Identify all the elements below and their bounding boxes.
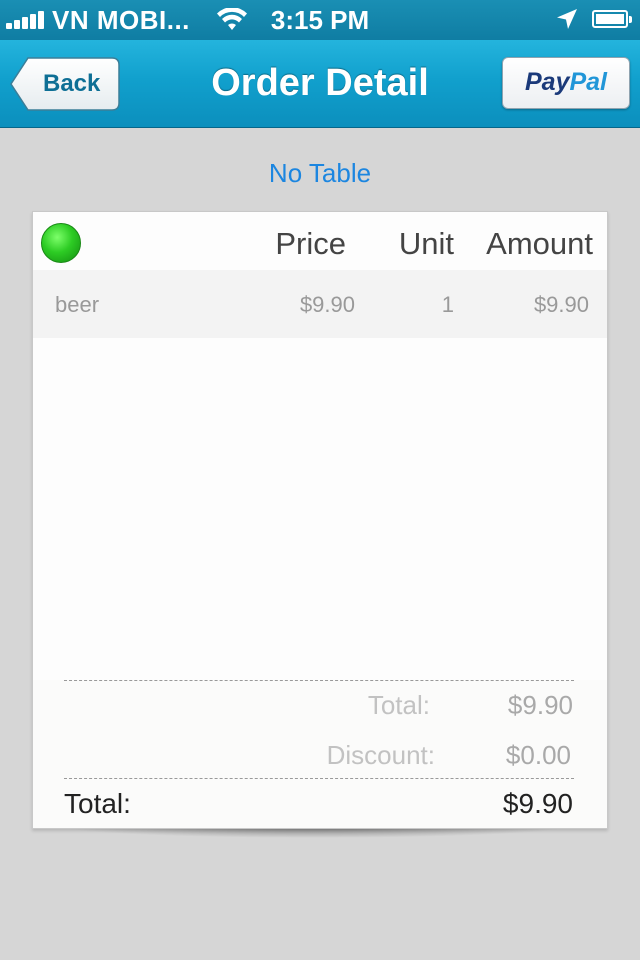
order-receipt: Price Unit Amount beer $9.90 1 $9.90 Tot… (32, 211, 608, 829)
column-header-unit: Unit (398, 226, 454, 261)
paypal-logo-pal: Pal (569, 68, 607, 96)
subtotal-label: Total: (367, 690, 430, 720)
status-bar: VN MOBI... 3:15 PM (0, 0, 640, 40)
grand-total-label: Total: (64, 788, 131, 819)
paypal-logo-pay: Pay (524, 68, 570, 96)
status-time: 3:15 PM (270, 5, 370, 35)
discount-label: Discount: (326, 740, 435, 770)
subtotal-value: $9.90 (507, 690, 573, 720)
table-label-link[interactable]: No Table (0, 158, 640, 189)
divider (64, 680, 574, 681)
order-item-row[interactable]: beer $9.90 1 $9.90 (33, 270, 607, 338)
discount-value: $0.00 (505, 740, 571, 770)
navigation-bar: Back Order Detail PayPal (0, 40, 640, 128)
item-name: beer (55, 292, 100, 317)
battery-icon (592, 10, 632, 28)
table-header: Price Unit Amount (33, 212, 607, 270)
item-price: $9.90 (299, 292, 355, 317)
paypal-button[interactable]: PayPal (502, 57, 630, 109)
item-unit: 1 (441, 292, 454, 317)
order-status-indicator-icon (41, 223, 81, 263)
grand-total-value: $9.90 (502, 788, 573, 819)
column-header-price: Price (275, 226, 346, 261)
order-summary: Total: $9.90 Discount: $0.00 Total: $9.9… (33, 680, 607, 828)
location-arrow-icon (557, 9, 577, 29)
column-header-amount: Amount (486, 226, 593, 261)
divider (64, 778, 574, 779)
item-amount: $9.90 (533, 292, 589, 317)
